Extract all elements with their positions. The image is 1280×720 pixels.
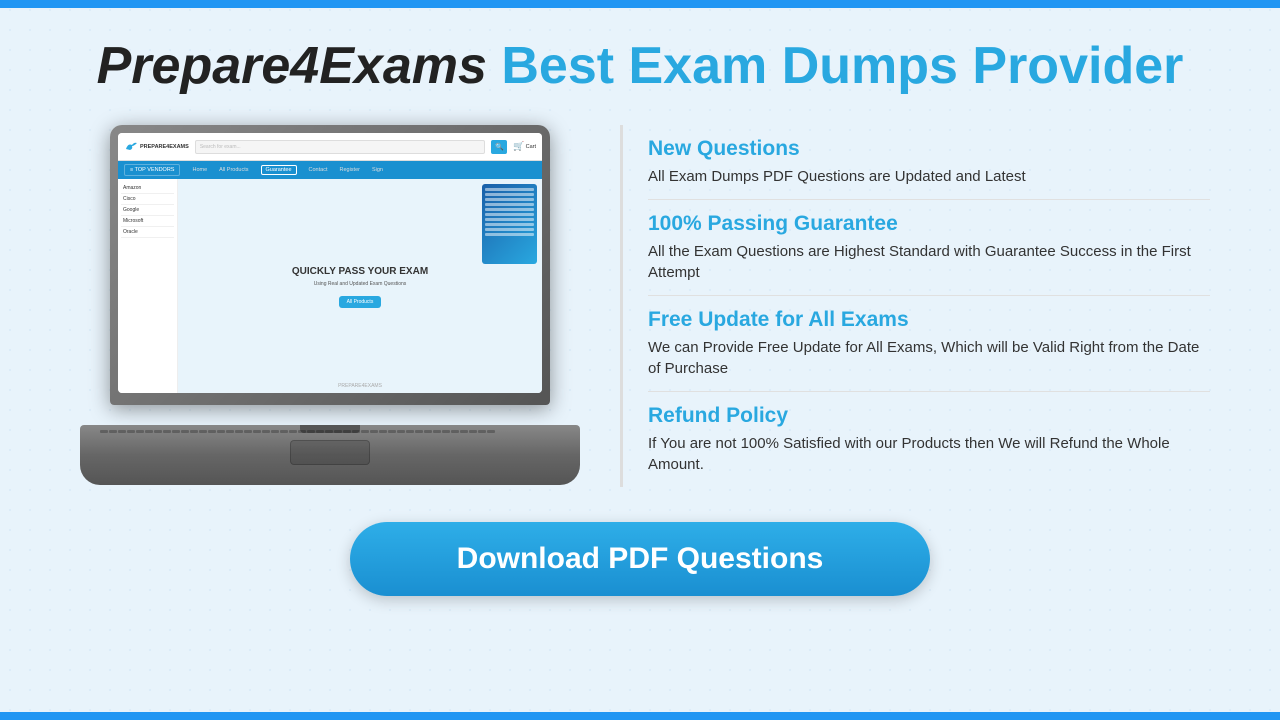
site-hero-btn[interactable]: All Products <box>339 296 382 308</box>
feature-new-questions-title: New Questions <box>648 137 1210 161</box>
product-line-10 <box>485 233 534 236</box>
feature-refund-title: Refund Policy <box>648 404 1210 428</box>
site-body: Amazon Cisco Google Microsoft Oracle QUI… <box>118 179 542 393</box>
product-line-4 <box>485 203 534 206</box>
product-line-7 <box>485 218 534 221</box>
sidebar-amazon: Amazon <box>121 183 174 194</box>
feature-update-desc: We can Provide Free Update for All Exams… <box>648 337 1210 379</box>
product-line-8 <box>485 223 534 226</box>
product-line-9 <box>485 228 534 231</box>
product-line-1 <box>485 188 534 191</box>
site-topbar: PREPARE4EXAMS Search for exam... 🔍 🛒 Car… <box>118 133 542 161</box>
laptop-section: PREPARE4EXAMS Search for exam... 🔍 🛒 Car… <box>70 125 590 485</box>
feature-free-update: Free Update for All Exams We can Provide… <box>648 296 1210 392</box>
feature-passing-desc: All the Exam Questions are Highest Stand… <box>648 241 1210 283</box>
feature-refund-policy: Refund Policy If You are not 100% Satisf… <box>648 392 1210 487</box>
features-section: New Questions All Exam Dumps PDF Questio… <box>620 125 1210 487</box>
download-pdf-button[interactable]: Download PDF Questions <box>350 522 930 596</box>
sidebar-oracle: Oracle <box>121 227 174 238</box>
site-nav-guarantee: Guarantee <box>261 165 297 175</box>
laptop-screen-inner: PREPARE4EXAMS Search for exam... 🔍 🛒 Car… <box>118 133 542 393</box>
product-line-2 <box>485 193 534 196</box>
header: Prepare4Exams Best Exam Dumps Provider <box>97 38 1184 95</box>
laptop-screen-outer: PREPARE4EXAMS Search for exam... 🔍 🛒 Car… <box>110 125 550 405</box>
feature-refund-desc: If You are not 100% Satisfied with our P… <box>648 433 1210 475</box>
laptop-base <box>80 425 580 485</box>
download-btn-wrapper: Download PDF Questions <box>70 522 1210 596</box>
main-content: PREPARE4EXAMS Search for exam... 🔍 🛒 Car… <box>70 125 1210 487</box>
top-bar <box>0 0 1280 8</box>
site-nav-menu: ≡ TOP VENDORS <box>124 164 180 176</box>
site-product-box <box>482 184 537 264</box>
site-sidebar: Amazon Cisco Google Microsoft Oracle <box>118 179 178 393</box>
site-search-btn: 🔍 <box>491 140 507 154</box>
laptop-touchpad <box>290 440 370 465</box>
feature-passing-title: 100% Passing Guarantee <box>648 212 1210 236</box>
product-line-5 <box>485 208 534 211</box>
tagline: Best Exam Dumps Provider <box>501 37 1183 95</box>
search-placeholder-text: Search for exam... <box>200 144 241 150</box>
sidebar-google: Google <box>121 205 174 216</box>
feature-passing-guarantee: 100% Passing Guarantee All the Exam Ques… <box>648 200 1210 296</box>
main-container: Prepare4Exams Best Exam Dumps Provider <box>50 8 1230 616</box>
site-nav-home: Home <box>192 167 207 173</box>
bottom-bar <box>0 712 1280 720</box>
site-logo-text: PREPARE4EXAMS <box>140 144 189 150</box>
site-footer-logo: PREPARE4EXAMS <box>338 383 382 389</box>
product-line-6 <box>485 213 534 216</box>
sidebar-microsoft: Microsoft <box>121 216 174 227</box>
laptop-wrapper: PREPARE4EXAMS Search for exam... 🔍 🛒 Car… <box>80 125 580 485</box>
site-hero-title: QUICKLY PASS YOUR EXAM <box>292 265 428 278</box>
site-hero-subtitle: Using Real and Updated Exam Questions <box>292 281 428 287</box>
site-hero-text: QUICKLY PASS YOUR EXAM Using Real and Up… <box>292 265 428 308</box>
laptop-keyboard <box>100 430 560 438</box>
site-cart: 🛒 Cart <box>513 141 536 152</box>
site-search-box: Search for exam... <box>195 140 486 154</box>
site-nav-register: Register <box>339 167 359 173</box>
site-nav-products: All Products <box>219 167 248 173</box>
logo-bird-icon <box>124 141 138 153</box>
product-line-3 <box>485 198 534 201</box>
sidebar-cisco: Cisco <box>121 194 174 205</box>
feature-update-title: Free Update for All Exams <box>648 308 1210 332</box>
site-main: QUICKLY PASS YOUR EXAM Using Real and Up… <box>178 179 542 393</box>
feature-new-questions-desc: All Exam Dumps PDF Questions are Updated… <box>648 166 1210 187</box>
site-product-lines <box>482 184 537 242</box>
site-nav-sign: Sign <box>372 167 383 173</box>
page-title: Prepare4Exams Best Exam Dumps Provider <box>97 38 1184 95</box>
brand-name: Prepare4Exams <box>97 37 487 95</box>
site-nav-contact: Contact <box>309 167 328 173</box>
feature-new-questions: New Questions All Exam Dumps PDF Questio… <box>648 125 1210 200</box>
site-nav: ≡ TOP VENDORS Home All Products Guarante… <box>118 161 542 179</box>
cart-label: Cart <box>526 144 536 150</box>
site-logo: PREPARE4EXAMS <box>124 141 189 153</box>
